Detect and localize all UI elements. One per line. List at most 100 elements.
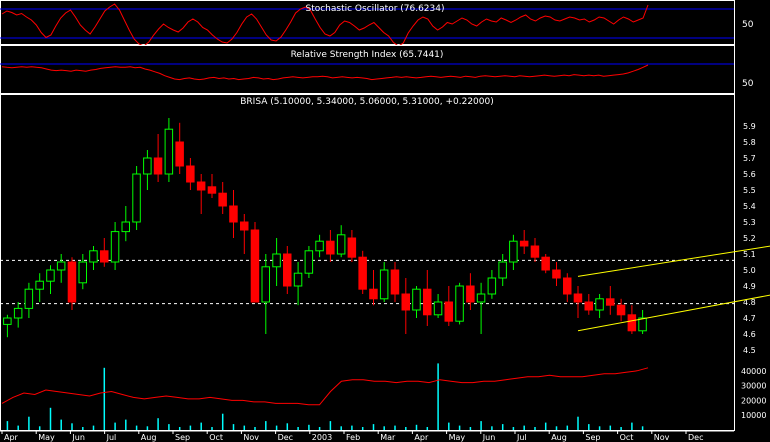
candle-body	[530, 245, 540, 258]
time-tick-label: Apr	[414, 433, 429, 442]
price-tick-label: 5.8	[743, 138, 756, 147]
rsi-title: Relative Strength Index (65.7441)	[291, 50, 444, 60]
candle-body	[573, 293, 583, 303]
time-tick-label: May	[38, 433, 55, 442]
time-tick-label: Aug	[141, 433, 157, 442]
time-tick-label: Dec	[278, 433, 293, 442]
candle-body	[24, 288, 34, 309]
candle-body	[466, 285, 475, 303]
candle-body	[498, 261, 507, 279]
candle-body	[433, 301, 443, 316]
candle-body	[326, 240, 335, 255]
candle-body	[519, 240, 529, 247]
time-tick-label: May	[449, 433, 466, 442]
price-tick-label: 5.7	[743, 154, 756, 163]
stochastic-panel: Stochastic Oscillator (76.6234) 50	[0, 0, 754, 47]
stochastic-title: Stochastic Oscillator (76.6234)	[305, 4, 444, 14]
candlestick	[358, 250, 367, 294]
candle-body	[67, 261, 77, 303]
price-tick-label: 5.9	[743, 122, 756, 131]
candle-body	[272, 253, 281, 268]
candle-body	[584, 301, 593, 311]
candle-body	[627, 314, 637, 332]
time-tick-label: Mar	[380, 433, 396, 442]
candle-body	[487, 277, 497, 295]
candle-body	[455, 285, 464, 322]
price-y-axis: 5.95.85.75.65.55.45.35.25.15.04.94.84.74…	[743, 122, 756, 355]
price-tick-label: 4.5	[743, 346, 756, 355]
candle-body	[110, 231, 120, 263]
candle-body	[283, 253, 292, 287]
time-axis: Apr May Jun Jul Aug Sep Oct Nov Dec 2003 Feb Mar Apr…	[0, 430, 734, 442]
candle-body	[563, 277, 572, 295]
candle-body	[595, 298, 604, 311]
candle-body	[89, 250, 98, 263]
time-tick-label: Jun	[482, 433, 496, 442]
price-tick-label: 4.6	[743, 330, 756, 339]
time-tick-label: 2003	[312, 433, 332, 442]
time-tick-label: Dec	[688, 433, 703, 442]
candlestick	[132, 166, 141, 230]
candle-body	[175, 141, 184, 167]
time-tick-label: Nov	[654, 433, 670, 442]
time-tick-label: Apr	[4, 433, 19, 442]
candle-body	[56, 261, 66, 271]
candle-body	[3, 317, 12, 325]
candle-body	[250, 229, 260, 303]
candle-body	[509, 240, 518, 263]
stochastic-tick-50: 50	[742, 20, 754, 30]
time-tick-label: Aug	[551, 433, 567, 442]
price-tick-label: 4.9	[743, 282, 756, 291]
price-tick-label: 5.2	[743, 234, 756, 243]
candle-body	[379, 269, 389, 300]
candle-body	[552, 269, 561, 279]
candle-body	[390, 269, 400, 295]
candle-body	[401, 293, 410, 311]
candle-body	[261, 266, 270, 303]
volume-tick-label: 20000	[741, 396, 766, 405]
price-tick-label: 5.3	[743, 218, 756, 227]
candle-body	[186, 165, 195, 183]
price-tick-label: 5.4	[743, 202, 756, 211]
candlestick	[304, 246, 314, 278]
candle-body	[444, 301, 453, 322]
candle-body	[132, 173, 141, 223]
candle-body	[240, 221, 249, 231]
time-tick-label: Sep	[175, 433, 190, 442]
candle-body	[293, 272, 303, 287]
candle-body	[229, 205, 238, 223]
time-tick-label: Oct	[620, 433, 634, 442]
time-tick-label: Jun	[71, 433, 85, 442]
time-tick-label: Sep	[585, 433, 600, 442]
candle-body	[207, 186, 217, 194]
candle-body	[412, 288, 421, 311]
candle-body	[358, 256, 367, 290]
price-tick-label: 5.5	[743, 186, 756, 195]
candle-body	[606, 298, 615, 306]
rsi-panel: Relative Strength Index (65.7441) 50	[0, 45, 754, 94]
candle-body	[100, 250, 109, 263]
candle-body	[78, 261, 87, 284]
rsi-tick-50: 50	[742, 79, 754, 89]
time-tick-label: Jul	[516, 433, 527, 442]
candle-body	[35, 280, 44, 290]
price-panel: BRISA (5.10000, 5.34000, 5.06000, 5.3100…	[0, 94, 770, 431]
time-tick-label: Nov	[243, 433, 259, 442]
price-title: BRISA (5.10000, 5.34000, 5.06000, 5.3100…	[240, 97, 494, 107]
price-tick-label: 5.0	[743, 266, 756, 275]
candle-body	[121, 221, 130, 233]
stock-chart-window: Stochastic Oscillator (76.6234) 50 Relat…	[0, 0, 770, 442]
candle-body	[638, 317, 647, 332]
volume-tick-label: 30000	[741, 382, 766, 391]
candlestick	[455, 282, 464, 325]
candle-body	[476, 293, 486, 303]
price-tick-label: 5.1	[743, 250, 756, 259]
candle-body	[304, 250, 314, 274]
candle-body	[423, 288, 432, 316]
candle-body	[164, 128, 174, 175]
volume-tick-label: 10000	[741, 411, 766, 420]
candle-body	[616, 304, 626, 316]
candle-body	[153, 157, 163, 175]
time-tick-label: Feb	[346, 433, 360, 442]
price-tick-label: 4.7	[743, 314, 756, 323]
